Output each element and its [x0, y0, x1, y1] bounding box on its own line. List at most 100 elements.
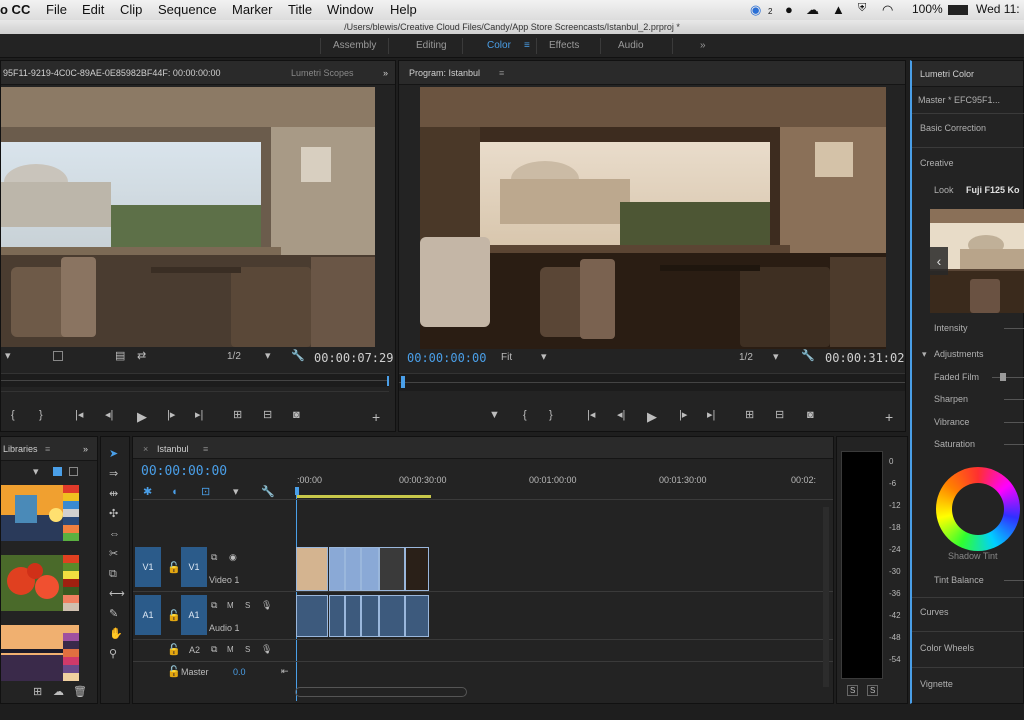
v1-sync-icon[interactable]: ⧉	[211, 553, 217, 562]
source-resolution[interactable]: 1/2	[227, 351, 241, 362]
grid-view-icon[interactable]	[53, 467, 62, 476]
timeline-playhead-handle[interactable]	[295, 487, 299, 495]
a2-mic-icon[interactable]: 🎙	[261, 645, 272, 654]
source-timecode[interactable]: 00:00:07:29	[314, 351, 393, 365]
a2-sync-icon[interactable]: ⧉	[211, 645, 217, 654]
meter-solo-left-button[interactable]: S	[847, 685, 859, 696]
shield-icon[interactable]: ⛨	[858, 2, 866, 15]
intensity-slider[interactable]	[1004, 328, 1024, 329]
lumetri-scopes-tab[interactable]: Lumetri Scopes	[291, 68, 354, 78]
timeline-marker-icon[interactable]: ▾	[233, 487, 239, 498]
color-wheels-section[interactable]: Color Wheels	[920, 643, 974, 653]
list-view-icon[interactable]	[69, 467, 78, 476]
a1-source-button[interactable]: A1	[135, 595, 161, 635]
v1-source-button[interactable]: V1	[135, 547, 161, 587]
program-step-back-icon[interactable]: ◂|	[617, 410, 625, 421]
chat-icon[interactable]: ●	[785, 2, 793, 17]
libraries-menu-icon[interactable]: ≡	[45, 444, 50, 454]
menu-marker[interactable]: Marker	[232, 2, 272, 17]
program-scrubber[interactable]	[399, 373, 905, 391]
battery-percent[interactable]: 100%	[912, 2, 943, 16]
workspace-audio[interactable]: Audio	[618, 40, 644, 51]
audio-clip[interactable]	[329, 595, 345, 637]
clock[interactable]: Wed 11:	[976, 2, 1020, 16]
timeline-timecode[interactable]: 00:00:00:00	[141, 464, 227, 479]
source-drag-icon[interactable]: ⇄	[137, 351, 146, 362]
library-trash-icon[interactable]: 🗑	[73, 687, 87, 698]
mark-in-icon[interactable]: {	[11, 410, 15, 421]
vignette-section[interactable]: Vignette	[920, 679, 953, 689]
extract-icon[interactable]: ⊟	[775, 410, 784, 421]
timeline-vertical-scrollbar[interactable]	[823, 507, 829, 687]
menu-help[interactable]: Help	[390, 2, 417, 17]
program-mark-in-icon[interactable]: {	[523, 410, 527, 421]
program-step-forward-icon[interactable]: |▸	[679, 410, 687, 421]
zoom-tool-icon[interactable]: ⚲	[109, 649, 117, 660]
razor-tool-icon[interactable]: ✂	[109, 549, 118, 560]
timeline-tab[interactable]: Istanbul	[157, 444, 189, 454]
look-select[interactable]: Fuji F125 Ko	[966, 185, 1020, 195]
program-video-frame[interactable]	[420, 87, 886, 349]
workspace-menu-icon[interactable]: ≡	[524, 40, 530, 51]
a1-lock-icon[interactable]: 🔓	[167, 611, 181, 622]
menu-title[interactable]: Title	[288, 2, 312, 17]
video-clip[interactable]	[379, 547, 405, 591]
program-mark-out-icon[interactable]: }	[549, 410, 553, 421]
menu-sequence[interactable]: Sequence	[158, 2, 217, 17]
a1-mic-icon[interactable]: 🎙	[261, 601, 272, 610]
saturation-slider[interactable]	[1004, 444, 1024, 445]
v1-lock-icon[interactable]: 🔓	[167, 563, 181, 574]
program-monitor-tab[interactable]: Program: Istanbul	[409, 68, 480, 78]
meter-solo-right-button[interactable]: S	[867, 685, 879, 696]
go-to-out-icon[interactable]: ▸|	[195, 410, 203, 421]
rate-stretch-tool-icon[interactable]: ⇔	[109, 529, 120, 540]
program-go-to-in-icon[interactable]: |◂	[587, 410, 595, 421]
audio-clip[interactable]	[405, 595, 429, 637]
source-scrubber[interactable]	[1, 373, 389, 387]
go-to-in-icon[interactable]: |◂	[75, 410, 83, 421]
a1-target-button[interactable]: A1	[181, 595, 207, 635]
plus-icon[interactable]: +	[372, 410, 380, 424]
video-clip[interactable]	[329, 547, 345, 591]
library-cloud-icon[interactable]: ☁	[53, 687, 64, 698]
selection-tool-icon[interactable]: ➤	[109, 449, 118, 460]
adjustments-toggle-icon[interactable]: ▾	[922, 349, 927, 360]
workspace-editing[interactable]: Editing	[416, 40, 447, 51]
creative-section[interactable]: Creative	[920, 158, 954, 168]
curves-section[interactable]: Curves	[920, 607, 949, 617]
audio-clip[interactable]	[296, 595, 328, 637]
play-icon[interactable]: ▶	[137, 410, 147, 423]
program-plus-icon[interactable]: +	[885, 410, 893, 424]
hand-tool-icon[interactable]: ✋	[109, 629, 123, 640]
track-select-tool-icon[interactable]: ⇒	[109, 469, 118, 480]
shadow-tint-wheel[interactable]	[936, 467, 1020, 551]
program-play-icon[interactable]: ▶	[647, 410, 657, 423]
a2-lock-icon[interactable]: 🔓	[167, 645, 181, 656]
wrench-icon[interactable]: 🔧	[801, 351, 815, 362]
workspace-assembly[interactable]: Assembly	[333, 40, 376, 51]
overwrite-icon[interactable]: ⊟	[263, 410, 272, 421]
close-icon[interactable]: ×	[143, 444, 148, 454]
master-trim-icon[interactable]: ⇤	[281, 667, 289, 676]
look-previous-icon[interactable]: ‹	[930, 247, 948, 275]
snap-icon[interactable]: ◖	[171, 487, 178, 498]
source-monitor-tab[interactable]: 95F11-9219-4C0C-89AE-0E85982BF44F: 00:00…	[3, 68, 220, 78]
program-camera-icon[interactable]: ◙	[807, 410, 814, 421]
add-marker-icon[interactable]: ▼	[489, 410, 500, 421]
program-current-timecode[interactable]: 00:00:00:00	[407, 351, 486, 365]
wifi-icon[interactable]: ◠	[882, 2, 893, 18]
library-add-icon[interactable]: ⊞	[33, 687, 42, 698]
insert-icon[interactable]: ⊞	[233, 410, 242, 421]
step-forward-icon[interactable]: |▸	[167, 410, 175, 421]
program-go-to-out-icon[interactable]: ▸|	[707, 410, 715, 421]
faded-film-handle[interactable]	[1000, 373, 1006, 381]
program-playhead[interactable]	[401, 376, 405, 388]
program-resolution[interactable]: 1/2	[739, 352, 753, 363]
video-clip-thumbnail[interactable]	[296, 547, 328, 591]
libraries-tab[interactable]: Libraries	[3, 444, 38, 454]
a1-mute-button[interactable]: M	[227, 601, 234, 610]
timeline-horizontal-scrollbar[interactable]	[295, 687, 467, 697]
lift-icon[interactable]: ⊞	[745, 410, 754, 421]
a2-mute-button[interactable]: M	[227, 645, 234, 654]
slide-tool-icon[interactable]: ⟷	[109, 589, 125, 600]
